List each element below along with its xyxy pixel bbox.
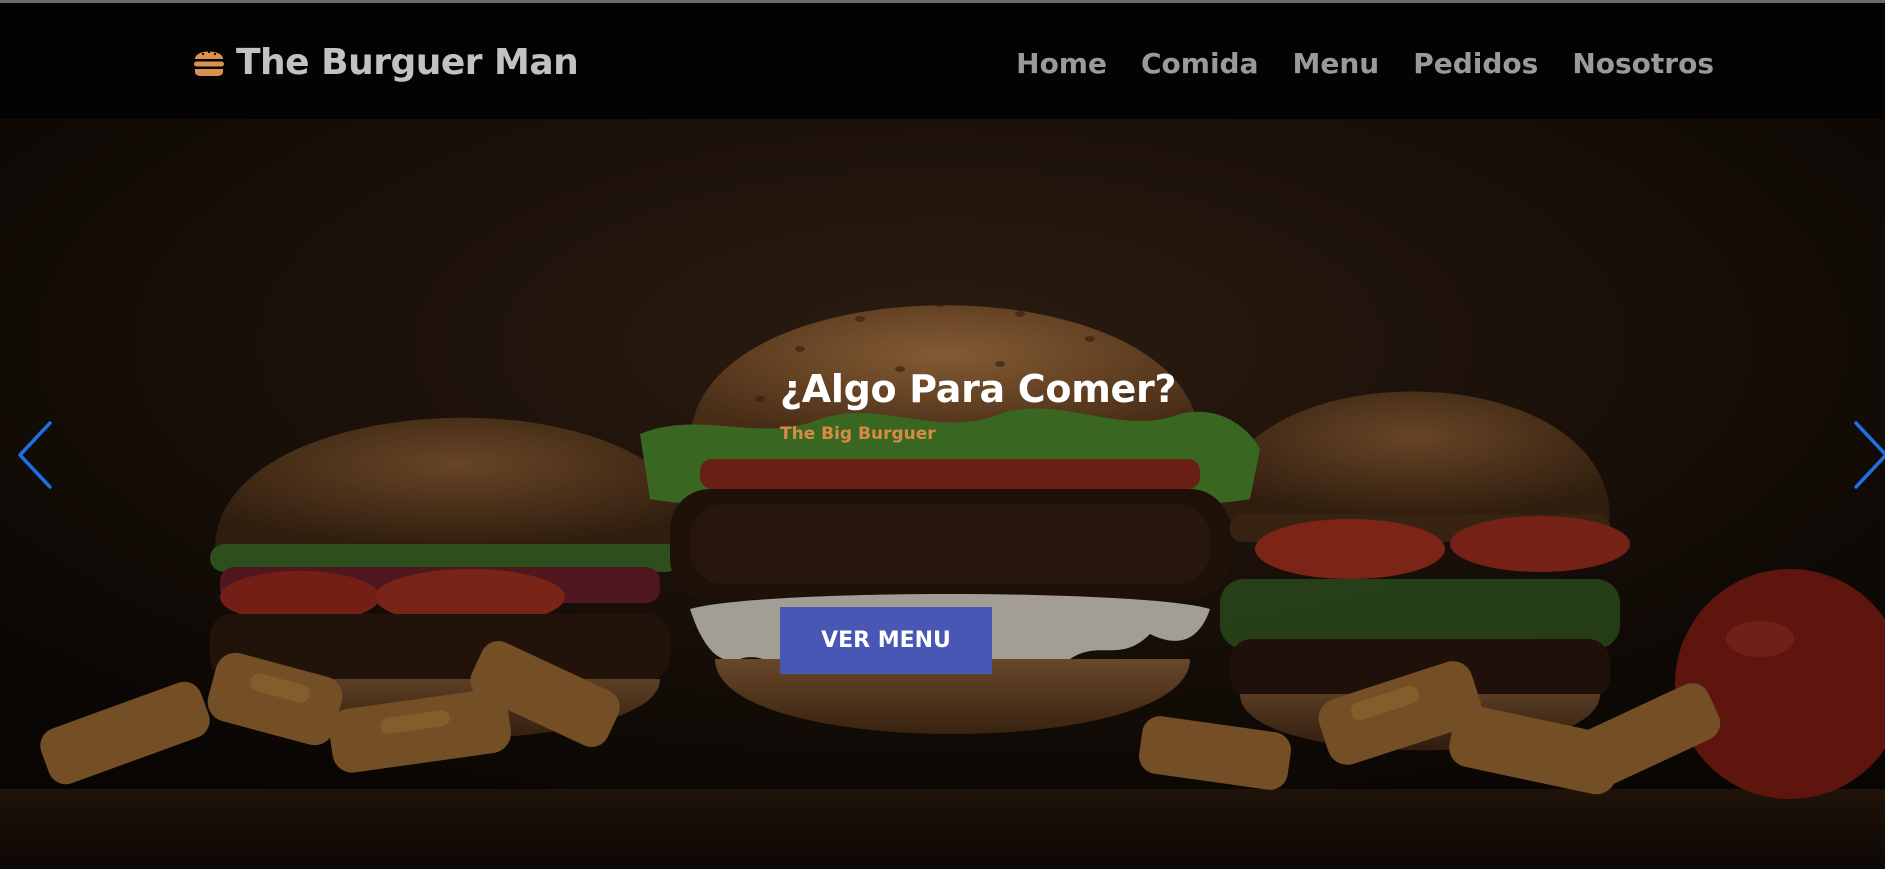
carousel-next-button[interactable] [1848,419,1885,491]
carousel-prev-button[interactable] [14,419,58,491]
hero-title: ¿Algo Para Comer? [780,367,1177,411]
chevron-left-icon [18,421,52,489]
nav-item-comida: Comida [1141,41,1259,87]
ver-menu-button[interactable]: VER MENU [780,607,992,674]
nav-link-pedidos[interactable]: Pedidos [1413,41,1538,87]
nav-link-menu[interactable]: Menu [1292,41,1379,87]
chevron-right-icon [1854,421,1885,489]
nav-item-menu: Menu [1292,41,1379,87]
nav-link-home[interactable]: Home [1016,41,1107,87]
nav-item-nosotros: Nosotros [1572,41,1714,87]
hero-subtitle: The Big Burguer [780,424,936,444]
brand-link[interactable]: The Burguer Man [192,37,579,87]
nav-link-comida[interactable]: Comida [1141,41,1259,87]
burger-icon [194,50,224,76]
navbar: The Burguer Man Home Comida Menu Pedidos… [0,3,1885,119]
nav-link-nosotros[interactable]: Nosotros [1572,41,1714,87]
nav-item-pedidos: Pedidos [1413,41,1538,87]
hero-carousel: ¿Algo Para Comer? The Big Burguer VER ME… [0,119,1885,869]
hero-caption: ¿Algo Para Comer? The Big Burguer VER ME… [780,364,1300,674]
brand-name: The Burguer Man [236,41,579,83]
nav-item-home: Home [1016,41,1107,87]
hero-dark-overlay [0,119,1885,869]
main-nav: Home Comida Menu Pedidos Nosotros [1016,41,1714,87]
